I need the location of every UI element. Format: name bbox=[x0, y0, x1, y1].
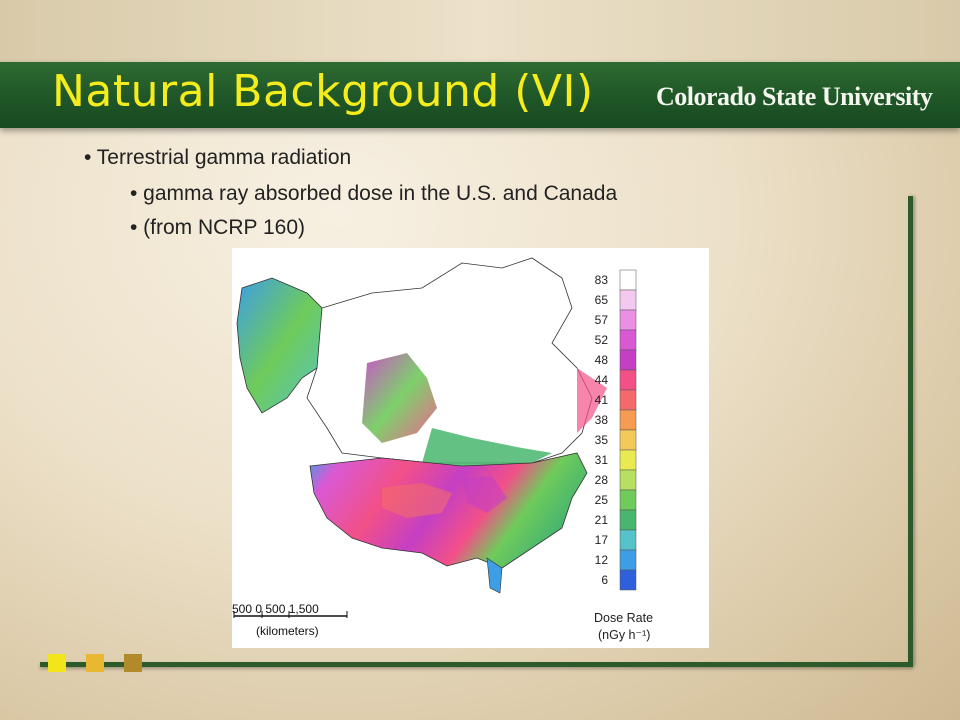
contiguous-us bbox=[309, 452, 588, 594]
bullet-source: • (from NCRP 160) bbox=[130, 216, 306, 239]
frame-right bbox=[908, 196, 913, 666]
decor-square-gold bbox=[86, 654, 104, 672]
legend-swatch bbox=[619, 529, 637, 551]
top-band bbox=[0, 0, 960, 62]
bullet-absorbed-dose: • gamma ray absorbed dose in the U.S. an… bbox=[130, 182, 618, 205]
legend-swatch bbox=[619, 349, 637, 371]
legend-swatch bbox=[619, 389, 637, 411]
legend-swatch bbox=[619, 509, 637, 531]
legend-label: 38 bbox=[594, 413, 608, 427]
legend-label: 52 bbox=[594, 333, 608, 347]
legend-swatch bbox=[619, 569, 637, 591]
legend-label: 25 bbox=[594, 493, 608, 507]
legend-swatch bbox=[619, 329, 637, 351]
legend-swatch bbox=[619, 489, 637, 511]
legend-title-line1: Dose Rate bbox=[594, 611, 654, 625]
legend-swatch bbox=[619, 449, 637, 471]
legend-label: 12 bbox=[594, 553, 608, 567]
legend-label: 41 bbox=[594, 393, 608, 407]
bullet-terrestrial: • Terrestrial gamma radiation bbox=[84, 146, 352, 169]
legend-color-bar bbox=[619, 269, 637, 591]
legend-label: 28 bbox=[594, 473, 608, 487]
legend-swatch bbox=[619, 289, 637, 311]
legend-swatch bbox=[619, 309, 637, 331]
legend-title-line2: (nGy h⁻¹) bbox=[598, 628, 651, 642]
legend-swatch bbox=[619, 269, 637, 291]
legend-label: 65 bbox=[594, 293, 608, 307]
university-logo: Colorado State University bbox=[656, 82, 933, 111]
legend-label: 83 bbox=[594, 273, 608, 287]
decor-square-bronze bbox=[124, 654, 142, 672]
legend-label: 31 bbox=[594, 453, 608, 467]
legend-swatch bbox=[619, 429, 637, 451]
canada-outline bbox=[306, 257, 607, 466]
legend-label: 57 bbox=[594, 313, 608, 327]
legend-swatch bbox=[619, 409, 637, 431]
legend-swatch bbox=[619, 369, 637, 391]
decor-square-yellow bbox=[48, 654, 66, 672]
north-america-map-figure bbox=[233, 257, 637, 618]
slide-title: Natural Background (VI) bbox=[52, 66, 594, 117]
legend-label: 21 bbox=[594, 513, 608, 527]
frame-bottom bbox=[40, 662, 913, 667]
legend-label: 35 bbox=[594, 433, 608, 447]
legend-swatch bbox=[619, 469, 637, 491]
scale-unit: (kilometers) bbox=[256, 624, 319, 638]
legend-label: 48 bbox=[594, 353, 608, 367]
legend-label: 44 bbox=[594, 373, 608, 387]
legend-label: 6 bbox=[601, 573, 608, 587]
scale-numbers: 500 0 500 1,500 bbox=[232, 602, 319, 616]
dose-rate-map: 500 0 500 1,500 (kilometers) 83 65 57 52 48 4… bbox=[232, 248, 709, 648]
legend-label: 17 bbox=[594, 533, 608, 547]
legend-swatch bbox=[619, 549, 637, 571]
